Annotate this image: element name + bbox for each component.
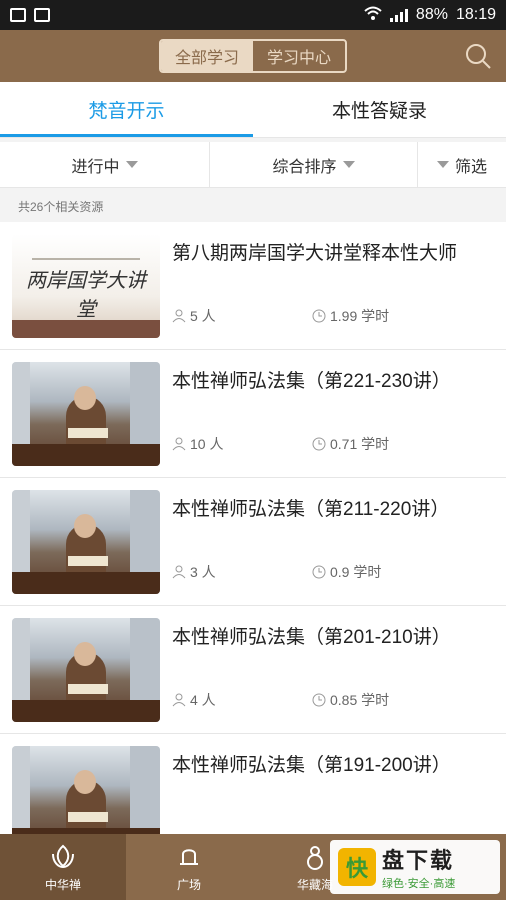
list-item[interactable]: 本性禅师弘法集（第211-220讲） 3 人 0.9 学时 <box>0 478 506 606</box>
result-count: 共26个相关资源 <box>18 200 104 214</box>
list-item[interactable]: 本性禅师弘法集（第221-230讲） 10 人 0.71 学时 <box>0 350 506 478</box>
chevron-down-icon <box>342 161 355 168</box>
person-icon <box>172 693 186 707</box>
clock-icon <box>312 309 326 323</box>
app-header: 全部学习 学习中心 <box>0 30 506 82</box>
battery-percent: 88% <box>415 6 448 23</box>
nav-guangchang[interactable]: 广场 <box>126 834 252 900</box>
bottom-nav: 中华禅 广场 华藏海 快 盘下载 绿色·安全·高速 <box>0 834 506 900</box>
search-icon[interactable] <box>464 42 492 70</box>
nav-zhonghuachan-label: 中华禅 <box>44 877 81 892</box>
learner-count: 5 人 <box>172 306 216 326</box>
person-icon <box>172 437 186 451</box>
segment-all-study[interactable]: 全部学习 <box>161 41 253 71</box>
resource-list: 两岸国学大讲堂 第八期两岸国学大讲堂释本性大师 5 人 1.99 学时 本性禅师… <box>0 222 506 834</box>
tab-benxing-dayilu[interactable]: 本性答疑录 <box>253 82 506 137</box>
signal-icon <box>389 8 408 22</box>
study-hours: 0.9 学时 <box>312 562 381 582</box>
course-thumbnail: 两岸国学大讲堂 <box>12 234 160 338</box>
watermark-badge: 快 <box>338 848 376 886</box>
image-icon <box>10 8 26 22</box>
clock-icon <box>312 693 326 707</box>
watermark-sub: 绿色·安全·高速 <box>382 878 456 890</box>
filter-sort-label: 综合排序 <box>272 158 337 176</box>
chevron-down-icon <box>125 161 138 168</box>
clock-icon <box>312 437 326 451</box>
clock-time: 18:19 <box>455 6 496 23</box>
study-hours: 1.99 学时 <box>312 306 389 326</box>
wifi-icon <box>364 6 382 25</box>
course-title: 第八期两岸国学大讲堂释本性大师 <box>172 243 458 264</box>
person-icon <box>172 565 186 579</box>
filter-screen[interactable]: 筛选 <box>418 142 506 187</box>
course-title: 本性禅师弘法集（第201-210讲） <box>172 627 451 648</box>
content-tabs: 梵音开示 本性答疑录 <box>0 82 506 138</box>
list-item[interactable]: 本性禅师弘法集（第201-210讲） 4 人 0.85 学时 <box>0 606 506 734</box>
filter-status[interactable]: 进行中 <box>0 142 210 187</box>
filter-icon <box>436 161 449 168</box>
course-title: 本性禅师弘法集（第221-230讲） <box>172 371 451 392</box>
course-thumbnail <box>12 618 160 722</box>
course-thumbnail <box>12 490 160 594</box>
nav-zhonghuachan[interactable]: 中华禅 <box>0 834 126 900</box>
segment-control: 全部学习 学习中心 <box>159 39 347 73</box>
list-item[interactable]: 本性禅师弘法集（第191-200讲） <box>0 734 506 834</box>
nav-guangchang-label: 广场 <box>176 877 201 892</box>
watermark-logo: 快 盘下载 绿色·安全·高速 <box>330 840 500 894</box>
nav-huazanghai-label: 华藏海 <box>296 877 333 892</box>
bell-icon <box>180 848 198 865</box>
filter-bar: 进行中 综合排序 筛选 <box>0 142 506 188</box>
clock-icon <box>312 565 326 579</box>
person-icon <box>172 309 186 323</box>
learner-count: 4 人 <box>172 690 216 710</box>
gourd-icon <box>307 845 323 870</box>
course-thumbnail <box>12 746 160 834</box>
study-hours: 0.85 学时 <box>312 690 389 710</box>
course-title: 本性禅师弘法集（第191-200讲） <box>172 755 451 776</box>
thumbnail-calligraphy: 两岸国学大讲堂 <box>26 268 146 321</box>
device-icon <box>34 8 50 22</box>
tab-fanyin-kaishi[interactable]: 梵音开示 <box>0 82 253 137</box>
lotus-icon <box>52 844 74 868</box>
filter-sort[interactable]: 综合排序 <box>210 142 418 187</box>
filter-status-label: 进行中 <box>71 158 120 176</box>
learner-count: 10 人 <box>172 434 223 454</box>
learner-count: 3 人 <box>172 562 216 582</box>
status-bar: 88% 18:19 <box>0 0 506 30</box>
filter-screen-label: 筛选 <box>454 158 487 176</box>
status-right: 88% 18:19 <box>364 6 496 25</box>
study-hours: 0.71 学时 <box>312 434 389 454</box>
course-thumbnail <box>12 362 160 466</box>
status-left <box>10 8 50 22</box>
course-title: 本性禅师弘法集（第211-220讲） <box>172 499 450 520</box>
list-item[interactable]: 两岸国学大讲堂 第八期两岸国学大讲堂释本性大师 5 人 1.99 学时 <box>0 222 506 350</box>
watermark-main: 盘下载 <box>382 848 455 873</box>
segment-study-center[interactable]: 学习中心 <box>253 41 345 71</box>
